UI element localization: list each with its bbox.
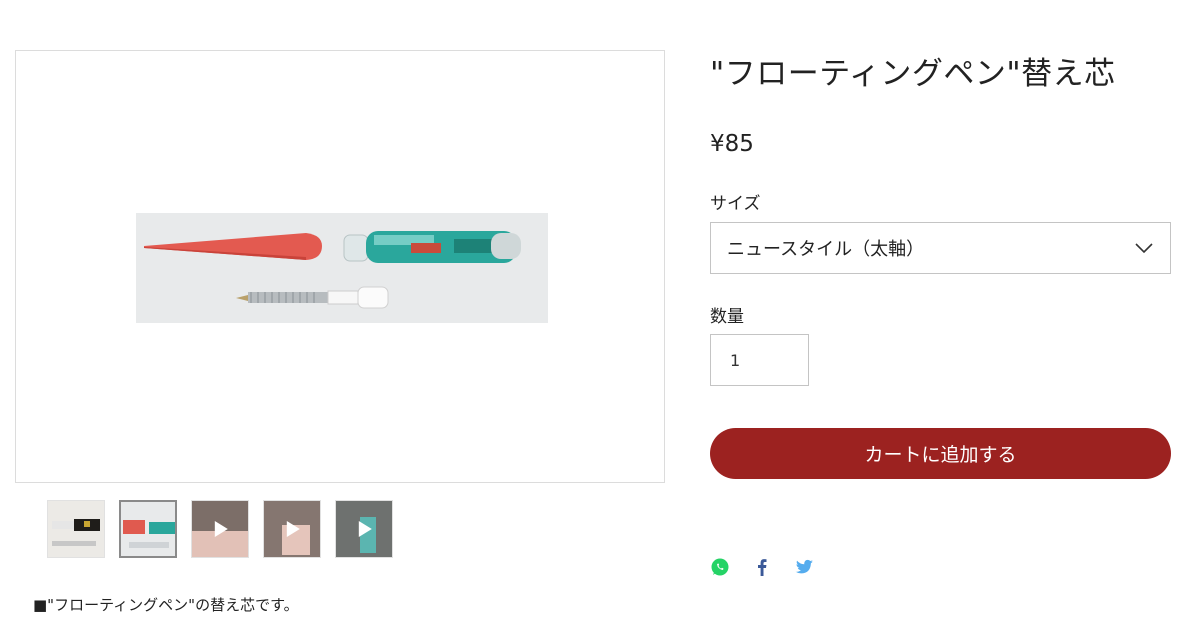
quantity-input[interactable] bbox=[710, 334, 809, 386]
thumbnail-image bbox=[123, 520, 175, 548]
play-icon bbox=[286, 521, 300, 537]
play-icon bbox=[358, 521, 372, 537]
size-selected-value: ニュースタイル（太軸） bbox=[727, 239, 925, 260]
twitter-icon[interactable] bbox=[794, 557, 814, 577]
add-to-cart-button[interactable]: カートに追加する bbox=[710, 428, 1171, 479]
thumbnail-2[interactable] bbox=[119, 500, 177, 558]
whatsapp-icon[interactable] bbox=[710, 557, 730, 577]
facebook-icon[interactable] bbox=[752, 557, 772, 577]
product-main-image[interactable] bbox=[15, 50, 665, 483]
product-price: ¥85 bbox=[710, 131, 754, 157]
size-label: サイズ bbox=[710, 194, 761, 214]
product-photo bbox=[136, 213, 548, 323]
thumbnail-4-video[interactable] bbox=[263, 500, 321, 558]
play-icon bbox=[214, 521, 228, 537]
thumbnail-image bbox=[52, 519, 100, 546]
product-title: "フローティングペン"替え芯 bbox=[710, 56, 1116, 92]
quantity-label: 数量 bbox=[710, 307, 744, 327]
chevron-down-icon bbox=[1135, 243, 1153, 254]
thumbnail-5-video[interactable] bbox=[335, 500, 393, 558]
thumbnail-1[interactable] bbox=[47, 500, 105, 558]
product-description: ■"フローティングペン"の替え芯です。 bbox=[33, 596, 299, 614]
thumbnail-3-video[interactable] bbox=[191, 500, 249, 558]
pen-illustration bbox=[136, 213, 548, 323]
size-dropdown[interactable]: ニュースタイル（太軸） bbox=[710, 222, 1171, 274]
